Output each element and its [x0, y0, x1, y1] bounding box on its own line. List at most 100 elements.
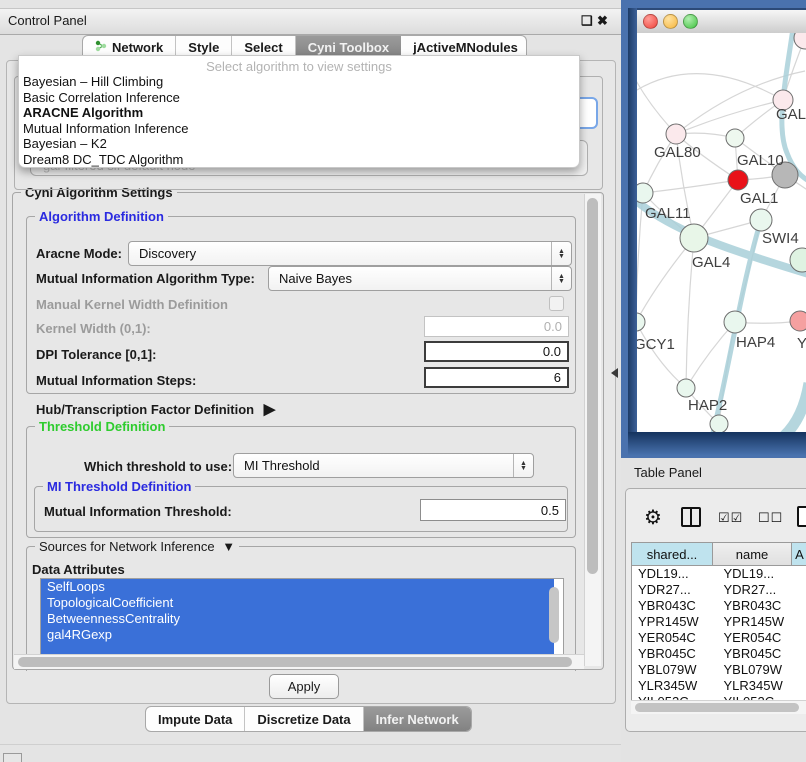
table-row[interactable]: YLR345WYLR345W9.: [632, 678, 806, 694]
combo-stepper-icon: ▲▼: [551, 242, 571, 265]
settings-gear-icon[interactable]: ⚙: [644, 505, 662, 530]
dropdown-item[interactable]: Bayesian – K2: [19, 136, 579, 152]
group-title: Algorithm Definition: [35, 209, 168, 224]
table-row[interactable]: YER054CYER054C8.: [632, 630, 806, 646]
column-header-partial[interactable]: A: [792, 543, 806, 565]
close-traffic-light-icon[interactable]: [643, 14, 658, 29]
document-icon[interactable]: [797, 506, 806, 527]
node-label: GCY1: [637, 336, 675, 353]
dropdown-item[interactable]: Mutual Information Inference: [19, 121, 579, 137]
deselect-all-checkboxes-icon[interactable]: ☐☐: [758, 510, 783, 526]
node-attribute-table[interactable]: shared... name A YDL19...YDL19...13 YDR2…: [631, 542, 806, 714]
tab-impute-data[interactable]: Impute Data: [146, 707, 245, 731]
collapse-down-icon: ▼: [222, 539, 235, 554]
control-panel: Control Panel ❑ ✖ Network Style Select C…: [0, 0, 621, 762]
algorithm-dropdown-list: Select algorithm to view settings Bayesi…: [18, 55, 580, 168]
node-gal1[interactable]: [728, 170, 748, 190]
node-gcy1[interactable]: [637, 313, 645, 331]
node-label: GAL11: [645, 205, 691, 222]
data-attributes-label: Data Attributes: [32, 562, 125, 577]
sources-group-title[interactable]: Sources for Network Inference ▼: [35, 539, 239, 554]
kernel-width-field[interactable]: 0.0: [424, 316, 569, 337]
network-window-frame: [628, 8, 637, 456]
node-gal11[interactable]: [637, 183, 653, 203]
group-title: Threshold Definition: [35, 419, 169, 434]
node[interactable]: [794, 33, 806, 49]
dropdown-item[interactable]: Basic Correlation Inference: [19, 90, 579, 106]
node-gal10[interactable]: [726, 129, 744, 147]
node-label: GAL: [776, 106, 806, 123]
table-row[interactable]: YDR27...YDR27...12: [632, 582, 806, 598]
mi-steps-field[interactable]: 6: [424, 367, 569, 388]
node-hap2[interactable]: [677, 379, 695, 397]
list-scrollbar-thumb[interactable]: [549, 587, 559, 643]
table-row[interactable]: YBL079WYBL079W: [632, 662, 806, 678]
settings-horizontal-scrollbar[interactable]: [14, 654, 584, 669]
close-window-icon[interactable]: ✖: [597, 13, 608, 29]
settings-vertical-scrollbar[interactable]: [584, 194, 601, 666]
list-item[interactable]: BetweennessCentrality: [41, 611, 554, 627]
mi-threshold-label: Mutual Information Threshold:: [44, 504, 232, 519]
horizontal-scrollbar-thumb[interactable]: [18, 657, 572, 667]
list-item[interactable]: gal4RGexp: [41, 627, 554, 643]
kernel-width-label: Kernel Width (0,1):: [36, 321, 151, 336]
control-panel-title: Control Panel: [8, 13, 87, 28]
minimize-traffic-light-icon[interactable]: [663, 14, 678, 29]
node-label: HAP4: [736, 334, 775, 351]
apply-button[interactable]: Apply: [269, 674, 339, 699]
column-header-name[interactable]: name: [713, 543, 792, 565]
splitter-collapse-icon[interactable]: [611, 368, 618, 378]
node-label: GAL1: [740, 190, 778, 207]
tab-discretize-data[interactable]: Discretize Data: [245, 707, 363, 731]
corner-grip-button[interactable]: [3, 753, 22, 762]
table-horizontal-scrollbar[interactable]: [631, 700, 806, 714]
table-row[interactable]: YBR043CYBR043C: [632, 598, 806, 614]
data-attributes-list[interactable]: SelfLoops TopologicalCoefficient Between…: [40, 578, 564, 656]
column-header-shared-name[interactable]: shared...: [632, 543, 713, 565]
table-row[interactable]: YDL19...YDL19...13: [632, 566, 806, 582]
node-y[interactable]: [790, 311, 806, 331]
node-label: GAL4: [692, 254, 730, 271]
node-label: GAL80: [654, 144, 701, 161]
node-hap4[interactable]: [724, 311, 746, 333]
dropdown-item-selected[interactable]: ARACNE Algorithm: [19, 105, 579, 121]
select-all-checkboxes-icon[interactable]: ☑☑: [718, 510, 743, 526]
tab-infer-network[interactable]: Infer Network: [364, 707, 471, 731]
node-label: Y: [797, 335, 806, 352]
dpi-tolerance-label: DPI Tolerance [0,1]:: [36, 347, 156, 362]
table-panel-title: Table Panel: [634, 465, 702, 480]
float-window-icon[interactable]: ❑: [581, 13, 593, 29]
network-window-frame-bottom: [628, 432, 806, 456]
dpi-tolerance-field[interactable]: 0.0: [424, 341, 569, 362]
screenshot-root: Control Panel ❑ ✖ Network Style Select C…: [0, 0, 806, 762]
dropdown-item[interactable]: Bayesian – Hill Climbing: [19, 74, 579, 90]
node-gal4[interactable]: [680, 224, 708, 252]
mi-type-combobox[interactable]: Naive Bayes ▲▼: [268, 266, 572, 291]
aracne-mode-combobox[interactable]: Discovery ▲▼: [128, 241, 572, 266]
list-item[interactable]: SelfLoops: [41, 579, 554, 595]
manual-kernel-checkbox[interactable]: [549, 296, 564, 311]
list-item[interactable]: TopologicalCoefficient: [41, 595, 554, 611]
node-swi4[interactable]: [750, 209, 772, 231]
table-header-row: shared... name A: [632, 543, 806, 566]
node-label: HAP2: [688, 397, 727, 414]
node-label: GAL10: [737, 152, 784, 169]
hub-section-toggle[interactable]: Hub/Transcription Factor Definition ▶: [36, 400, 275, 418]
node-label: SWI4: [762, 230, 799, 247]
column-divider: [690, 509, 692, 525]
table-scrollbar-thumb[interactable]: [635, 703, 799, 712]
dropdown-item[interactable]: Dream8 DC_TDC Algorithm: [19, 152, 579, 168]
vertical-scrollbar-thumb[interactable]: [587, 198, 598, 574]
node[interactable]: [710, 415, 728, 432]
mi-threshold-field[interactable]: 0.5: [420, 499, 566, 521]
combo-stepper-icon: ▲▼: [513, 454, 533, 477]
node-gal80[interactable]: [666, 124, 686, 144]
table-row[interactable]: YBR045CYBR045C9.: [632, 646, 806, 662]
table-row[interactable]: YPR145WYPR145W9.: [632, 614, 806, 630]
zoom-traffic-light-icon[interactable]: [683, 14, 698, 29]
network-view[interactable]: GAL GAL80 GAL10 GAL1 GAL11 SWI4 GAL4 GCY…: [637, 33, 806, 432]
dropdown-prompt: Select algorithm to view settings: [19, 56, 579, 74]
which-threshold-combobox[interactable]: MI Threshold ▲▼: [233, 453, 534, 478]
which-threshold-label: Which threshold to use:: [84, 459, 232, 474]
column-view-icon[interactable]: [681, 507, 701, 527]
